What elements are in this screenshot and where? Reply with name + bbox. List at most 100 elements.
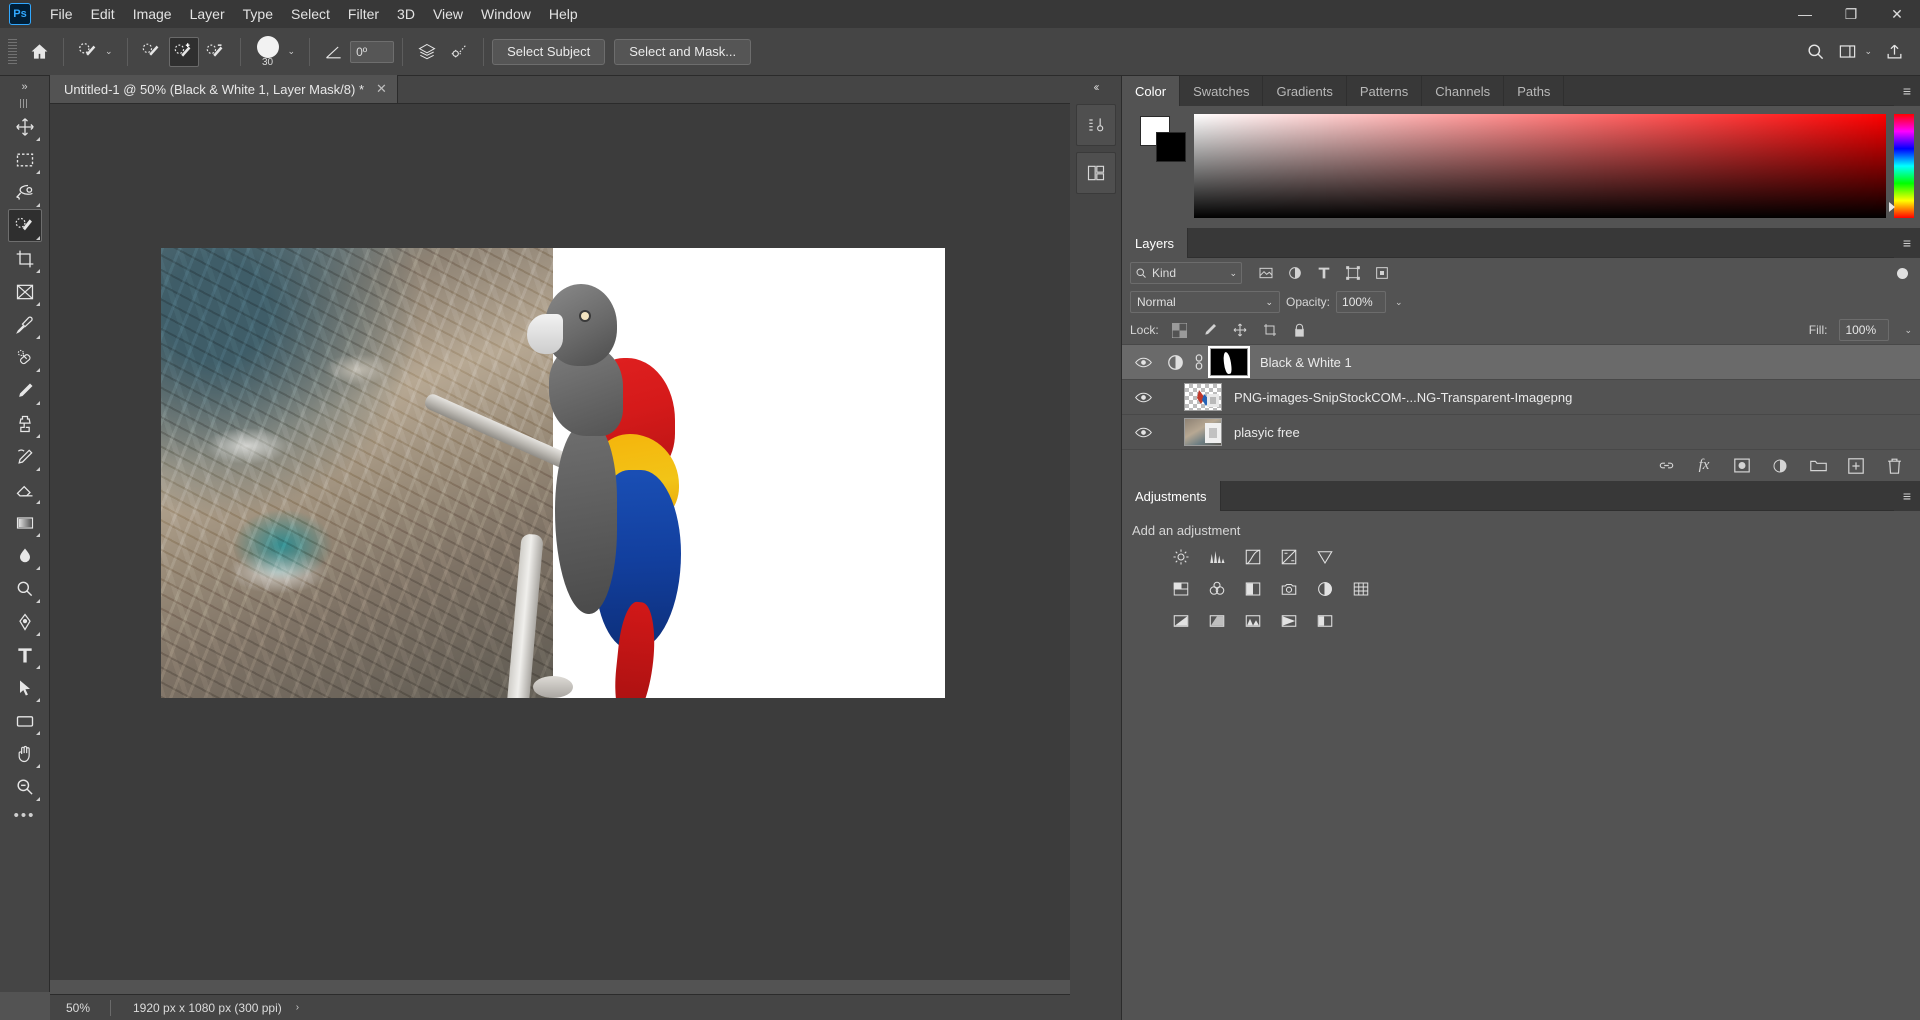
lock-image-pixels-icon[interactable]: [1201, 321, 1219, 339]
lock-transparent-pixels-icon[interactable]: [1171, 321, 1189, 339]
document-tab[interactable]: Untitled-1 @ 50% (Black & White 1, Layer…: [50, 75, 398, 103]
gradient-tool[interactable]: [8, 506, 42, 539]
tab-gradients[interactable]: Gradients: [1263, 76, 1346, 106]
tab-layers[interactable]: Layers: [1122, 228, 1188, 258]
hand-tool[interactable]: [8, 737, 42, 770]
toolbar-grip[interactable]: [20, 99, 29, 108]
move-tool[interactable]: [8, 110, 42, 143]
clone-stamp-tool[interactable]: [8, 407, 42, 440]
color-picker-field[interactable]: [1194, 114, 1886, 218]
hue-slider[interactable]: [1894, 114, 1914, 218]
adjustments-panel-menu-icon[interactable]: ≡: [1894, 481, 1920, 511]
libraries-panel-icon[interactable]: [1076, 152, 1116, 194]
tab-channels[interactable]: Channels: [1422, 76, 1504, 106]
posterize-icon[interactable]: [1206, 610, 1228, 632]
selection-brush-subtract[interactable]: [201, 37, 231, 67]
menu-layer[interactable]: Layer: [181, 0, 234, 28]
photo-filter-icon[interactable]: [1278, 578, 1300, 600]
zoom-tool[interactable]: [8, 770, 42, 803]
opacity-chevron-down-icon[interactable]: ⌄: [1395, 297, 1403, 308]
menu-file[interactable]: File: [41, 0, 82, 28]
table-row[interactable]: PNG-images-SnipStockCOM-...NG-Transparen…: [1122, 379, 1920, 414]
color-lookup-icon[interactable]: [1350, 578, 1372, 600]
menu-3d[interactable]: 3D: [388, 0, 424, 28]
canvas-area[interactable]: [50, 104, 1070, 980]
eraser-tool[interactable]: [8, 473, 42, 506]
rectangular-marquee-tool[interactable]: [8, 143, 42, 176]
delete-layer-icon[interactable]: [1884, 456, 1904, 476]
add-layer-mask-icon[interactable]: [1732, 456, 1752, 476]
filter-adjustment-icon[interactable]: [1285, 263, 1305, 283]
lock-position-icon[interactable]: [1231, 321, 1249, 339]
filter-smart-object-icon[interactable]: [1372, 263, 1392, 283]
invert-icon[interactable]: [1170, 610, 1192, 632]
close-icon[interactable]: ✕: [376, 81, 387, 97]
lasso-tool[interactable]: [8, 176, 42, 209]
curves-icon[interactable]: [1242, 546, 1264, 568]
menu-select[interactable]: Select: [282, 0, 339, 28]
options-bar-grip[interactable]: [8, 39, 17, 65]
link-layers-icon[interactable]: [1656, 456, 1676, 476]
exposure-icon[interactable]: [1278, 546, 1300, 568]
selection-brush-new[interactable]: [137, 37, 167, 67]
path-selection-tool[interactable]: [8, 671, 42, 704]
table-row[interactable]: Black & White 1: [1122, 344, 1920, 379]
layer-visibility-toggle[interactable]: [1126, 356, 1160, 369]
layer-visibility-toggle[interactable]: [1126, 391, 1160, 404]
gradient-map-icon[interactable]: [1278, 610, 1300, 632]
collapse-panels-icon[interactable]: ‹‹: [1070, 76, 1121, 98]
panel-menu-icon[interactable]: ≡: [1894, 76, 1920, 106]
filter-toggle-switch[interactable]: [1897, 268, 1908, 279]
layer-thumbnail[interactable]: [1184, 383, 1222, 411]
menu-filter[interactable]: Filter: [339, 0, 388, 28]
share-icon[interactable]: [1879, 37, 1909, 67]
menu-window[interactable]: Window: [472, 0, 540, 28]
select-and-mask-button[interactable]: Select and Mask...: [614, 39, 751, 65]
selection-brush-tool[interactable]: [8, 209, 42, 242]
new-layer-icon[interactable]: [1846, 456, 1866, 476]
brush-settings-icon[interactable]: [444, 37, 474, 67]
filter-pixel-icon[interactable]: [1256, 263, 1276, 283]
filter-shape-icon[interactable]: [1343, 263, 1363, 283]
vibrance-icon[interactable]: [1314, 546, 1336, 568]
brush-tool[interactable]: [8, 374, 42, 407]
layer-name[interactable]: PNG-images-SnipStockCOM-...NG-Transparen…: [1234, 390, 1572, 405]
crop-tool[interactable]: [8, 242, 42, 275]
filter-type-icon[interactable]: [1314, 263, 1334, 283]
frame-tool[interactable]: [8, 275, 42, 308]
status-chevron-icon[interactable]: ›: [296, 1002, 299, 1013]
brightness-contrast-icon[interactable]: [1170, 546, 1192, 568]
tab-swatches[interactable]: Swatches: [1180, 76, 1263, 106]
selection-brush-add[interactable]: [169, 37, 199, 67]
tab-adjustments[interactable]: Adjustments: [1122, 481, 1221, 511]
preset-chevron-down-icon[interactable]: ⌄: [105, 46, 113, 57]
tab-patterns[interactable]: Patterns: [1347, 76, 1422, 106]
brush-size-preview[interactable]: 30: [249, 36, 287, 68]
layers-panel-menu-icon[interactable]: ≡: [1894, 228, 1920, 258]
layer-style-icon[interactable]: fx: [1694, 456, 1714, 476]
history-panel-icon[interactable]: [1076, 104, 1116, 146]
table-row[interactable]: plasyic free: [1122, 414, 1920, 449]
more-tools-icon[interactable]: •••: [14, 807, 36, 824]
new-group-icon[interactable]: [1808, 456, 1828, 476]
fill-input[interactable]: 100%: [1839, 319, 1889, 341]
black-and-white-icon[interactable]: [1242, 578, 1264, 600]
dodge-tool[interactable]: [8, 572, 42, 605]
layer-mask-thumbnail[interactable]: [1210, 348, 1248, 376]
menu-view[interactable]: View: [424, 0, 472, 28]
select-subject-button[interactable]: Select Subject: [492, 39, 605, 65]
search-icon[interactable]: [1800, 37, 1830, 67]
lock-all-icon[interactable]: [1291, 321, 1309, 339]
new-adjustment-layer-icon[interactable]: [1770, 456, 1790, 476]
selective-color-icon[interactable]: [1314, 610, 1336, 632]
threshold-icon[interactable]: [1242, 610, 1264, 632]
workspace-switcher-icon[interactable]: [1832, 37, 1862, 67]
layer-filter-kind-select[interactable]: Kind ⌄: [1130, 262, 1242, 284]
selection-brush-preset[interactable]: [73, 37, 103, 67]
layer-thumbnail[interactable]: [1184, 418, 1222, 446]
color-balance-icon[interactable]: [1206, 578, 1228, 600]
layer-name[interactable]: plasyic free: [1234, 425, 1300, 440]
type-tool[interactable]: [8, 638, 42, 671]
hue-saturation-icon[interactable]: [1170, 578, 1192, 600]
menu-help[interactable]: Help: [540, 0, 587, 28]
